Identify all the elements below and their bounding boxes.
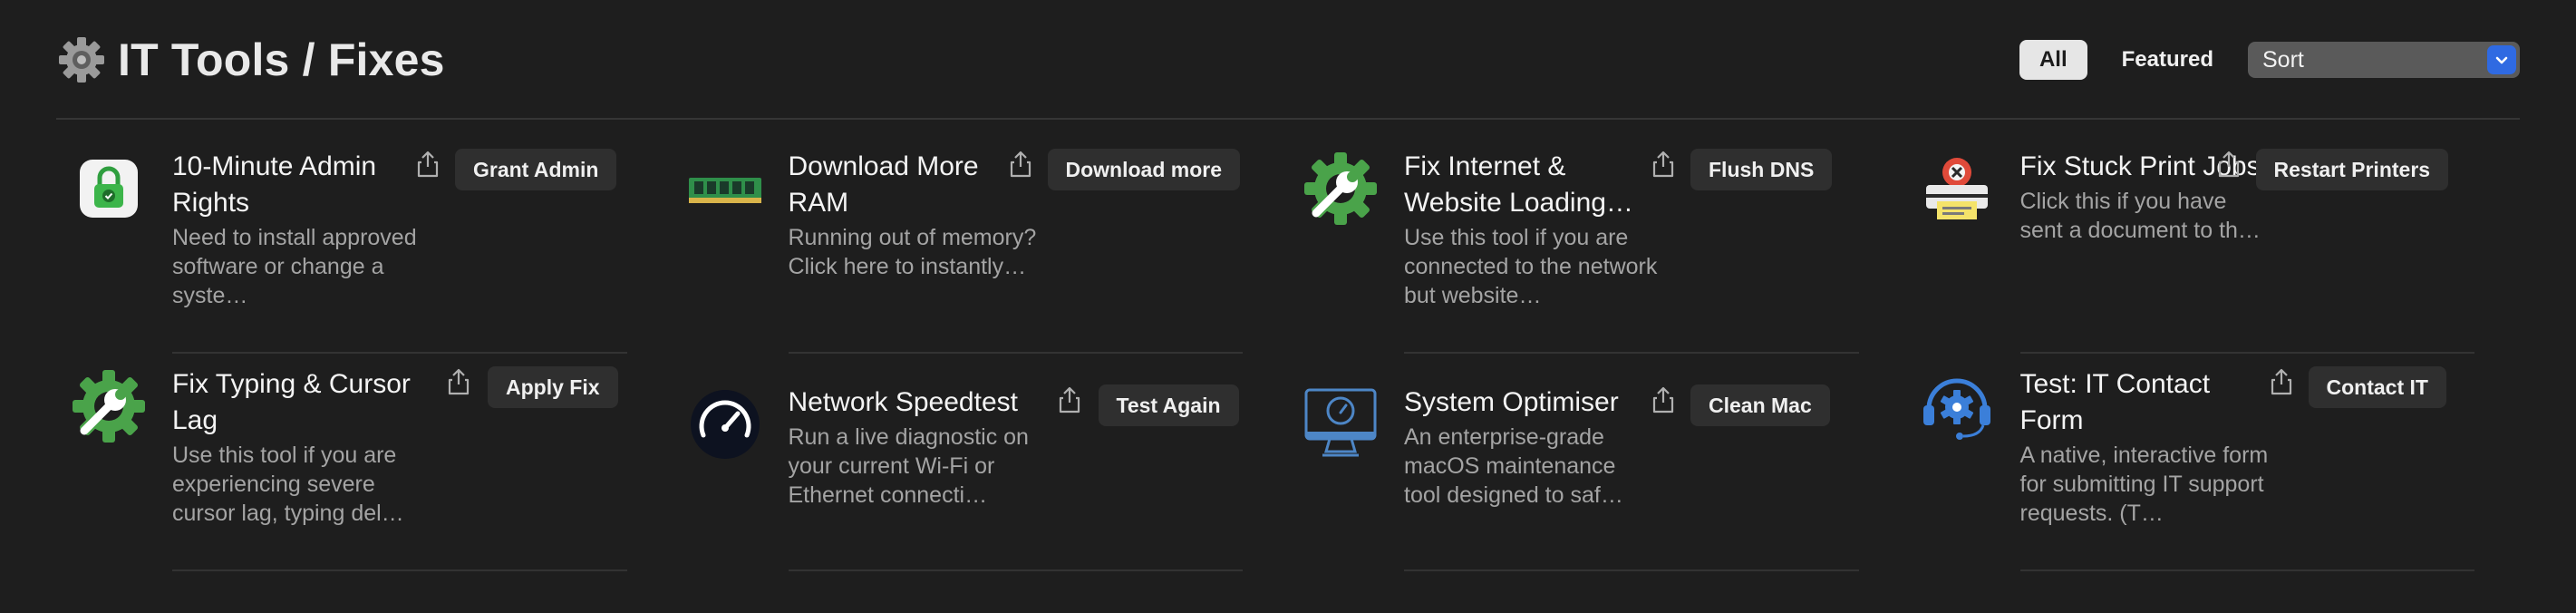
monitor-gauge-icon (1299, 381, 1382, 464)
tool-text: Download More RAM Running out of memory?… (789, 149, 1042, 281)
chevron-down-icon (2487, 45, 2516, 74)
tool-grid: 10-Minute Admin Rights Need to install a… (56, 136, 2520, 571)
headset-gear-icon (1915, 365, 1999, 448)
tool-name: System Optimiser (1404, 387, 1619, 417)
sort-label: Sort (2262, 46, 2304, 73)
tool-name: Test: IT Contact Form (2019, 369, 2211, 435)
row-divider (1404, 569, 1859, 571)
tool-text: Network Speedtest Run a live diagnostic … (789, 384, 1042, 510)
title-wrap: IT Tools / Fixes (56, 34, 445, 86)
tool-card-system-optimiser: System Optimiser An enterprise-grade mac… (1288, 354, 1904, 571)
speedometer-icon (683, 383, 767, 466)
share-icon[interactable] (1057, 384, 1082, 415)
share-icon[interactable] (1008, 149, 1033, 180)
it-tools-page: IT Tools / Fixes All Featured Sort 10-Mi… (0, 0, 2576, 613)
tool-card-typing-lag: Fix Typing & Cursor Lag Use this tool if… (56, 354, 673, 571)
tool-description: Need to install approved software or cha… (172, 225, 417, 308)
tool-description: Running out of memory? Click here to ins… (788, 225, 1037, 279)
tool-description: An enterprise-grade macOS maintenance to… (1404, 424, 1623, 508)
tool-card-fix-internet: Fix Internet & Website Loading… Use this… (1288, 136, 1904, 354)
gear-icon (56, 34, 107, 85)
download-more-button[interactable]: Download more (1047, 149, 1241, 190)
tool-name: 10-Minute Admin Rights (172, 151, 377, 218)
tool-description: Use this tool if you are experiencing se… (172, 443, 404, 526)
page-title: IT Tools / Fixes (118, 34, 445, 85)
share-icon[interactable] (2216, 149, 2242, 180)
tool-name: Download More RAM (788, 151, 979, 218)
grant-admin-button[interactable]: Grant Admin (455, 149, 617, 190)
row-divider (788, 569, 1243, 571)
tool-text: Fix Internet & Website Loading… Use this… (1404, 149, 1658, 310)
tool-card-contact-form: Test: IT Contact Form A native, interact… (1904, 354, 2521, 571)
clean-mac-button[interactable]: Clean Mac (1690, 384, 1830, 426)
tool-description: Click this if you have sent a document t… (2019, 189, 2261, 243)
tool-text: System Optimiser An enterprise-grade mac… (1404, 384, 1658, 510)
wrench-gear-icon (1299, 147, 1382, 230)
header-divider (56, 118, 2520, 120)
filter-featured-button[interactable]: Featured (2102, 40, 2233, 80)
tool-description: Run a live diagnostic on your current Wi… (788, 424, 1029, 508)
share-icon[interactable] (1651, 384, 1676, 415)
share-icon[interactable] (2269, 366, 2294, 397)
share-icon[interactable] (1651, 149, 1676, 180)
apply-fix-button[interactable]: Apply Fix (488, 366, 618, 408)
restart-printers-button[interactable]: Restart Printers (2255, 149, 2449, 190)
header: IT Tools / Fixes All Featured Sort (56, 31, 2520, 89)
tool-name: Network Speedtest (788, 387, 1018, 417)
tool-text: 10-Minute Admin Rights Need to install a… (172, 149, 426, 310)
ram-icon (683, 147, 767, 230)
share-icon[interactable] (415, 149, 441, 180)
tool-card-print-jobs: Fix Stuck Print Jobs Click this if you h… (1904, 136, 2521, 354)
tool-name: Fix Internet & Website Loading… (1404, 151, 1633, 218)
tool-card-admin-rights: 10-Minute Admin Rights Need to install a… (56, 136, 673, 354)
tool-text: Test: IT Contact Form A native, interact… (2020, 366, 2274, 528)
lock-icon (67, 147, 150, 230)
row-divider (172, 569, 627, 571)
test-again-button[interactable]: Test Again (1098, 384, 1239, 426)
share-icon[interactable] (446, 366, 471, 397)
sort-dropdown[interactable]: Sort (2248, 42, 2520, 78)
contact-it-button[interactable]: Contact IT (2308, 366, 2446, 408)
printer-icon (1915, 147, 1999, 230)
tool-description: A native, interactive form for submittin… (2019, 443, 2269, 526)
tool-card-download-ram: Download More RAM Running out of memory?… (673, 136, 1289, 354)
tool-text: Fix Typing & Cursor Lag Use this tool if… (172, 366, 426, 528)
row-divider (2019, 569, 2474, 571)
flush-dns-button[interactable]: Flush DNS (1690, 149, 1833, 190)
tool-name: Fix Typing & Cursor Lag (172, 369, 411, 435)
header-controls: All Featured Sort (2019, 40, 2520, 80)
tool-description: Use this tool if you are connected to th… (1404, 225, 1658, 308)
tool-card-speedtest: Network Speedtest Run a live diagnostic … (673, 354, 1289, 571)
wrench-gear-icon (67, 365, 150, 448)
filter-all-button[interactable]: All (2019, 40, 2087, 80)
